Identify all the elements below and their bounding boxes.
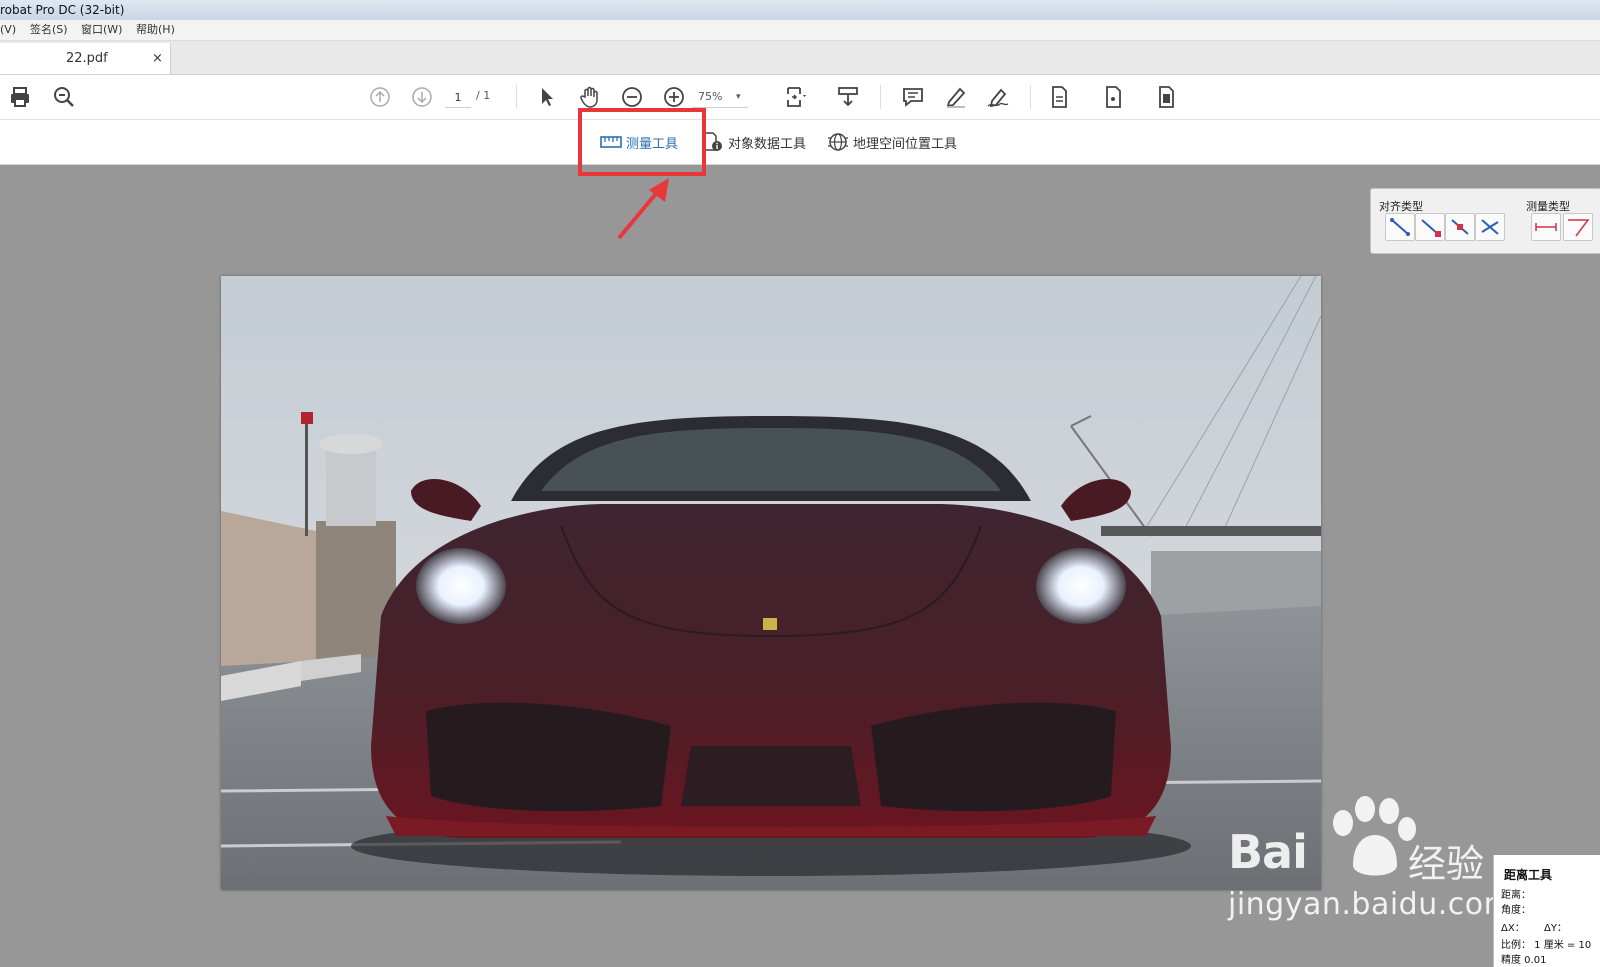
delta-y-readout: ΔY： bbox=[1544, 923, 1567, 934]
perimeter-icon bbox=[1568, 219, 1590, 237]
baidu-watermark: Bai 经验 jingyan.baidu.com bbox=[1228, 795, 1513, 935]
toolbar-divider bbox=[516, 85, 517, 109]
object-data-tool-label: 对象数据工具 bbox=[728, 136, 807, 152]
car-photo-image bbox=[221, 276, 1321, 890]
hand-tool-icon[interactable] bbox=[576, 83, 604, 111]
distance-measure-button[interactable] bbox=[1531, 213, 1561, 241]
menu-window[interactable]: 窗口(W) bbox=[81, 20, 122, 40]
highlight-annotation-box bbox=[578, 108, 706, 176]
menu-bar: (V) 签名(S) 窗口(W) 帮助(H) bbox=[0, 20, 1600, 41]
toolbar-divider bbox=[1030, 85, 1031, 109]
geospatial-tool-label: 地理空间位置工具 bbox=[853, 136, 958, 152]
info-panel-title: 距离工具 bbox=[1504, 868, 1553, 882]
snap-to-midpoint-button[interactable] bbox=[1445, 213, 1475, 241]
tab-22-pdf[interactable]: 22.pdf × bbox=[0, 43, 171, 74]
snap-to-intersection-button[interactable] bbox=[1475, 213, 1505, 241]
zoom-level-value: 75% bbox=[698, 90, 723, 103]
distance-readout: 距离： bbox=[1501, 890, 1531, 901]
measure-options-panel: 对齐类型 测量类型 bbox=[1370, 188, 1600, 254]
snap-path-icon bbox=[1390, 218, 1410, 236]
window-titlebar: robat Pro DC (32-bit) bbox=[0, 0, 1600, 20]
geospatial-tool-button[interactable]: 地理空间位置工具 bbox=[827, 130, 957, 154]
precision-readout: 精度 0.01 bbox=[1501, 955, 1547, 966]
close-tab-icon[interactable]: × bbox=[152, 43, 163, 74]
organize-pages-icon[interactable] bbox=[1153, 83, 1181, 111]
main-toolbar: / 1 75% ▾ bbox=[0, 75, 1600, 120]
globe-icon bbox=[828, 133, 848, 151]
document-tab-bar: 22.pdf × bbox=[0, 41, 1600, 75]
angle-readout: 角度： bbox=[1501, 905, 1531, 916]
menu-help[interactable]: 帮助(H) bbox=[136, 20, 175, 40]
snap-midpoint-icon bbox=[1451, 219, 1469, 235]
snap-intersection-icon bbox=[1481, 219, 1499, 235]
distance-tool-info-panel: 距离工具 距离： 角度： ΔX： ΔY： 比例： 1 厘米 = 10 精度 0.… bbox=[1493, 855, 1600, 967]
menu-view[interactable]: (V) bbox=[0, 20, 16, 40]
create-document-icon[interactable] bbox=[1100, 83, 1128, 111]
chevron-down-icon: ▾ bbox=[736, 92, 741, 102]
perimeter-measure-button[interactable] bbox=[1563, 213, 1593, 241]
measure-type-label: 测量类型 bbox=[1526, 200, 1570, 213]
annotation-arrow-icon bbox=[617, 178, 669, 240]
delta-x-readout: ΔX： bbox=[1501, 923, 1525, 934]
distance-line-icon bbox=[1535, 223, 1557, 231]
watermark-brand: Bai bbox=[1228, 825, 1308, 879]
print-icon[interactable] bbox=[6, 83, 34, 111]
object-data-tool-button[interactable]: 对象数据工具 bbox=[702, 130, 806, 154]
select-arrow-icon[interactable] bbox=[533, 83, 561, 111]
snap-to-path-button[interactable] bbox=[1385, 213, 1415, 241]
next-page-icon[interactable] bbox=[408, 83, 436, 111]
snap-to-endpoint-button[interactable] bbox=[1415, 213, 1445, 241]
menu-sign[interactable]: 签名(S) bbox=[30, 20, 68, 40]
watermark-url: jingyan.baidu.com bbox=[1228, 887, 1514, 922]
watermark-brand-cn: 经验 bbox=[1408, 842, 1485, 886]
page-total: / 1 bbox=[476, 89, 491, 102]
toolbar-divider bbox=[880, 85, 881, 109]
page-number-input[interactable] bbox=[445, 87, 471, 108]
document-page-photo bbox=[221, 276, 1321, 890]
snap-type-label: 对齐类型 bbox=[1379, 200, 1423, 213]
zoom-search-icon[interactable] bbox=[50, 83, 78, 111]
zoom-level-select[interactable]: 75% ▾ bbox=[692, 87, 748, 108]
zoom-in-icon[interactable] bbox=[660, 83, 688, 111]
highlight-pen-icon[interactable] bbox=[942, 83, 970, 111]
snap-endpoint-icon bbox=[1421, 219, 1441, 237]
zoom-out-icon[interactable] bbox=[618, 83, 646, 111]
window-title: robat Pro DC (32-bit) bbox=[0, 3, 125, 17]
scroll-mode-icon[interactable] bbox=[834, 83, 862, 111]
sign-pen-icon[interactable] bbox=[984, 83, 1012, 111]
comment-icon[interactable] bbox=[899, 83, 927, 111]
fit-page-icon[interactable] bbox=[782, 83, 810, 111]
scale-readout: 比例： 1 厘米 = 10 bbox=[1501, 940, 1592, 951]
measure-subtoolbar: 测量工具 对象数据工具 地理空间位置工具 bbox=[0, 120, 1600, 165]
export-document-icon[interactable] bbox=[1046, 83, 1074, 111]
previous-page-icon[interactable] bbox=[366, 83, 394, 111]
tab-label: 22.pdf bbox=[66, 51, 108, 66]
